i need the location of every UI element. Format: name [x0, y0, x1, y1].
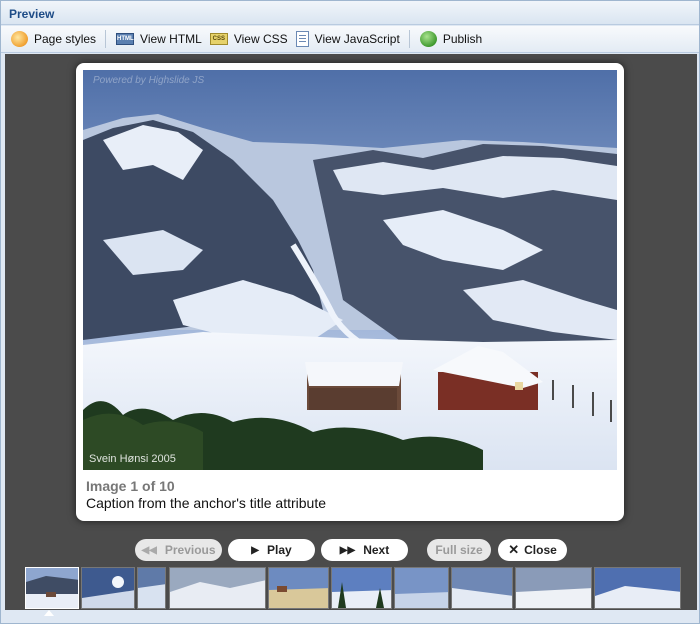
publish-icon: [419, 31, 437, 47]
thumbnail-image: [332, 568, 391, 608]
toolbar: Page styles HTML View HTML CSS View CSS …: [1, 26, 699, 53]
view-html-button[interactable]: HTML View HTML: [112, 28, 206, 50]
thumbnail-3[interactable]: [137, 567, 166, 609]
play-label: Play: [267, 543, 292, 557]
thumbnail-image: [395, 568, 448, 608]
thumbnail-2[interactable]: [81, 567, 135, 609]
html-icon: HTML: [116, 33, 135, 45]
thumbnail-10[interactable]: [594, 567, 681, 609]
next-button[interactable]: ▶▶ Next: [321, 539, 408, 561]
full-size-label: Full size: [435, 543, 483, 557]
publish-button[interactable]: Publish: [416, 28, 486, 50]
play-icon: ▶: [251, 544, 259, 556]
thumbnail-8[interactable]: [451, 567, 513, 609]
previous-icon: ◀◀: [141, 544, 157, 556]
image-popup: Powered by Highslide JS Svein Hønsi 2005…: [76, 63, 624, 521]
page-styles-label: Page styles: [34, 32, 97, 46]
toolbar-divider: [105, 30, 107, 48]
thumbnail-7[interactable]: [394, 567, 449, 609]
mountain-valley-photo: [83, 70, 617, 470]
powered-by-watermark: Powered by Highslide JS: [93, 75, 205, 86]
preview-panel: Preview Page styles HTML View HTML CSS V…: [0, 0, 700, 624]
thumbnail-6[interactable]: [331, 567, 392, 609]
thumbnail-strip: [23, 567, 685, 616]
photo-credit: Svein Hønsi 2005: [89, 453, 176, 465]
thumbnail-image: [516, 568, 591, 608]
play-button[interactable]: ▶ Play: [228, 539, 315, 561]
full-size-button[interactable]: Full size: [427, 539, 491, 561]
thumbnail-image: [138, 568, 165, 608]
next-icon: ▶▶: [339, 544, 356, 556]
image-counter: Image 1 of 10: [86, 478, 175, 494]
view-javascript-button[interactable]: View JavaScript: [292, 28, 404, 50]
next-label: Next: [363, 543, 390, 557]
thumbnail-1[interactable]: [25, 567, 79, 609]
view-css-button[interactable]: CSS View CSS: [206, 28, 292, 50]
panel-title: Preview: [9, 7, 55, 21]
close-label: Close: [524, 543, 557, 557]
thumbnail-image: [170, 568, 265, 608]
thumbnail-image: [269, 568, 328, 608]
page-styles-icon: [11, 31, 28, 47]
javascript-icon: [295, 31, 309, 47]
thumbnail-image: [26, 568, 78, 608]
thumbnail-5[interactable]: [268, 567, 329, 609]
thumbnail-image: [82, 568, 134, 608]
publish-label: Publish: [442, 32, 483, 46]
view-css-label: View CSS: [233, 32, 288, 46]
panel-titlebar: Preview: [1, 1, 699, 25]
view-javascript-label: View JavaScript: [314, 32, 400, 46]
thumbnail-4[interactable]: [169, 567, 266, 609]
preview-stage: Powered by Highslide JS Svein Hønsi 2005…: [5, 54, 697, 616]
previous-label: Previous: [164, 543, 216, 557]
image-caption: Caption from the anchor's title attribut…: [86, 495, 327, 511]
view-html-label: View HTML: [140, 32, 202, 46]
toolbar-divider: [408, 30, 410, 48]
thumbnail-image: [452, 568, 512, 608]
css-icon: CSS: [209, 33, 228, 45]
close-button[interactable]: ✕ Close: [498, 539, 567, 561]
previous-button[interactable]: ◀◀ Previous: [135, 539, 222, 561]
thumbnail-image: [595, 568, 680, 608]
thumbnail-9[interactable]: [515, 567, 592, 609]
popup-photo[interactable]: Powered by Highslide JS Svein Hønsi 2005: [83, 70, 617, 470]
close-icon: ✕: [508, 542, 520, 557]
page-styles-button[interactable]: Page styles: [7, 28, 100, 50]
active-thumbnail-marker: [44, 610, 54, 616]
